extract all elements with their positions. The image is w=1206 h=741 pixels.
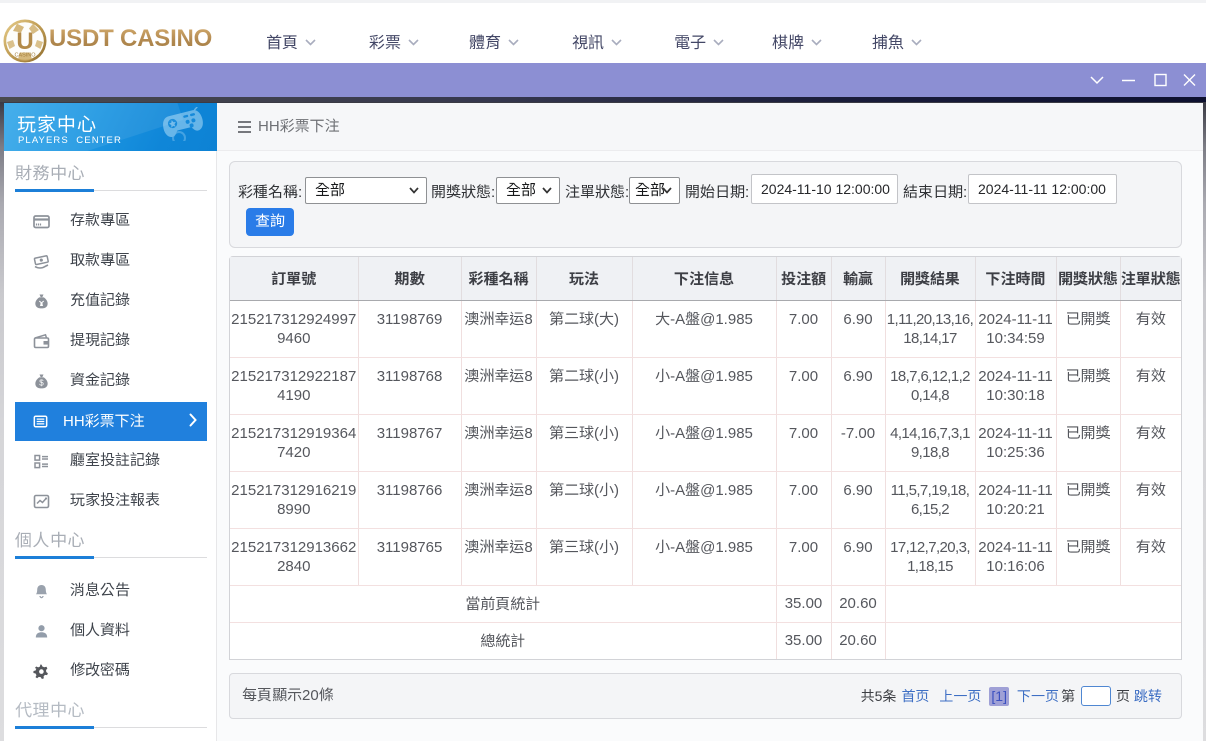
svg-text:CASINO: CASINO — [14, 53, 36, 59]
svg-text:U: U — [16, 28, 33, 55]
svg-text:$: $ — [39, 379, 44, 388]
